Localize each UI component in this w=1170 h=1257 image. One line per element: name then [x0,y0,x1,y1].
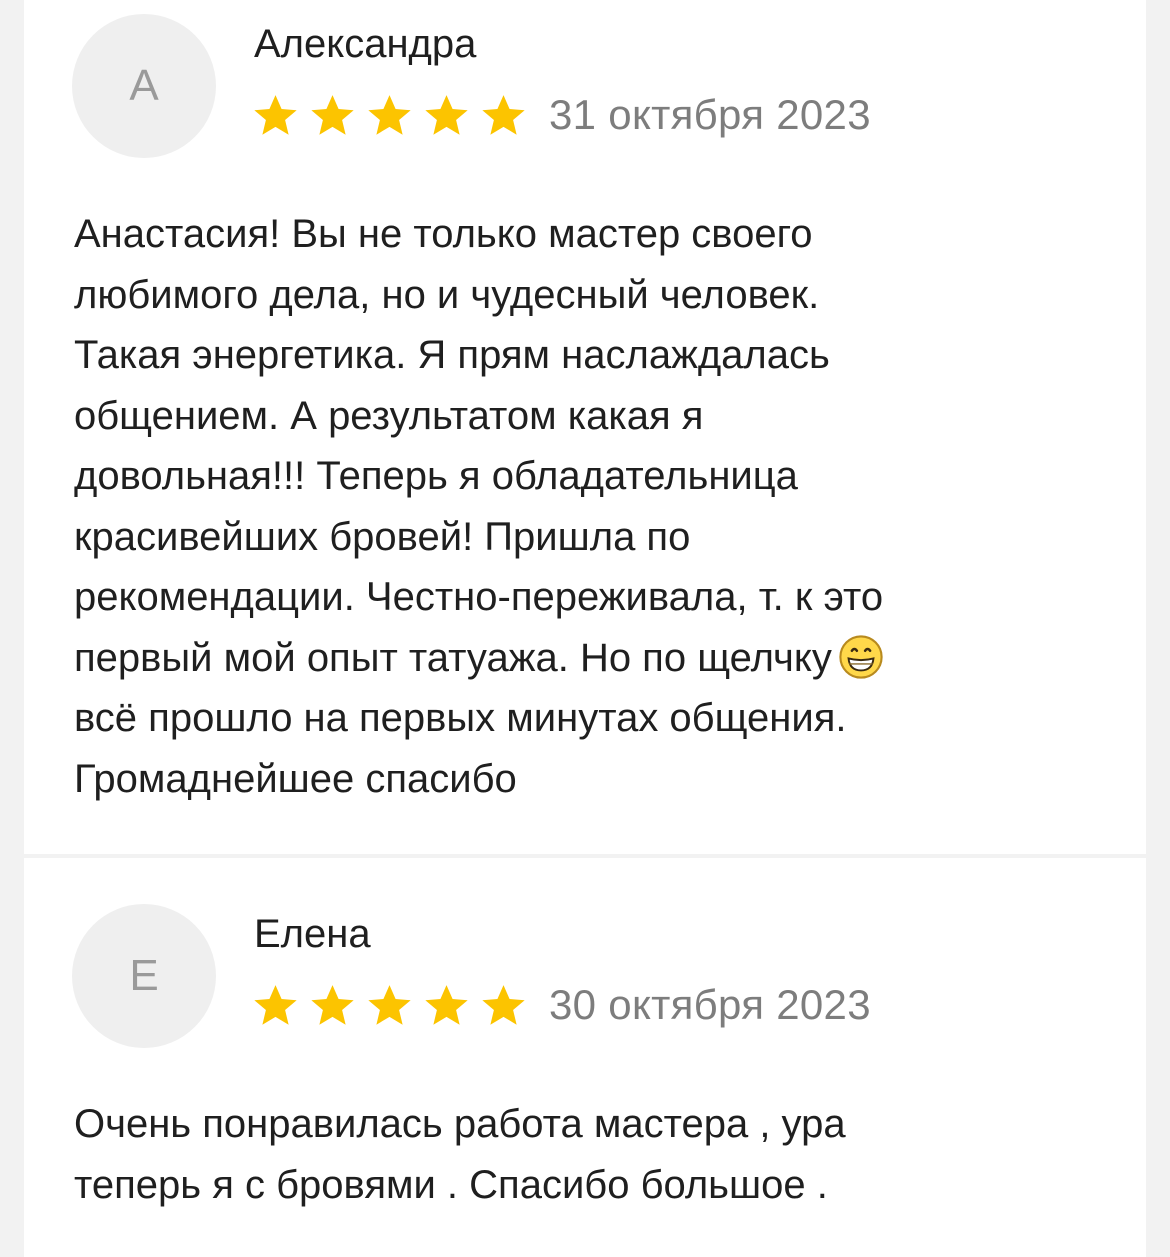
review-card: Е Елена 30 октября 2023 Очень понравилас… [24,858,1146,1257]
star-icon [366,92,413,139]
review-card: А Александра 31 октября 2023 Анастасия! … [24,0,1146,854]
review-author: Елена [254,912,371,956]
star-icon [309,92,356,139]
review-text-part: Анастасия! Вы не только мастер своего лю… [74,212,884,680]
avatar: Е [72,904,216,1048]
review-meta: 31 октября 2023 [252,90,871,140]
star-icon [480,92,527,139]
avatar: А [72,14,216,158]
grinning-face-icon [838,634,884,680]
star-icon [423,982,470,1029]
review-text-part: всё прошло на первых минутах общения. Гр… [74,696,847,801]
star-icon [309,982,356,1029]
star-rating [252,92,537,139]
star-icon [423,92,470,139]
review-date: 31 октября 2023 [549,91,871,138]
review-author: Александра [254,22,477,66]
star-icon [480,982,527,1029]
review-meta: 30 октября 2023 [252,980,871,1030]
review-text: Анастасия! Вы не только мастер своего лю… [74,204,1074,809]
star-icon [252,982,299,1029]
review-text: Очень понравилась работа мастера , ура т… [74,1102,846,1207]
star-icon [252,92,299,139]
review-date: 30 октября 2023 [549,981,871,1028]
star-icon [366,982,413,1029]
star-rating [252,982,537,1029]
reviews-page: А Александра 31 октября 2023 Анастасия! … [0,0,1170,1257]
